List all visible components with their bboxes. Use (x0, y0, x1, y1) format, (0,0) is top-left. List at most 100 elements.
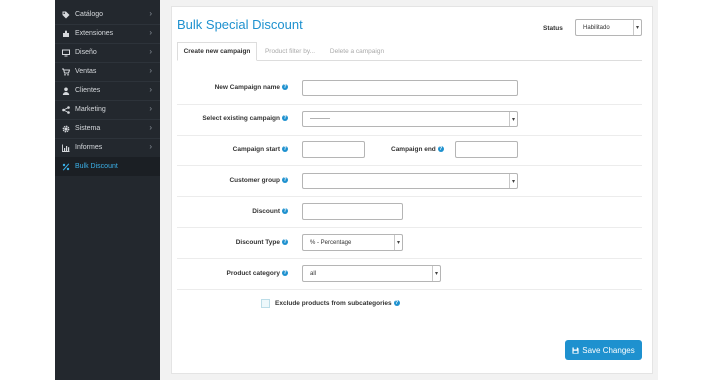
sidebar-item-label: Bulk Discount (75, 163, 118, 170)
label-text: Exclude products from subcategories (275, 300, 392, 307)
label-text: Select existing campaign (202, 115, 280, 122)
sidebar: Catálogo › Extensiones › Diseño › Ventas… (55, 0, 160, 380)
status-select[interactable]: Habilitado ▾ (575, 19, 642, 36)
tab-product-filter[interactable]: Product filter by... (259, 42, 321, 61)
chevron-down-icon: ▾ (394, 235, 402, 250)
divider (177, 227, 642, 228)
label-text: New Campaign name (214, 84, 280, 91)
label-text: Customer group (229, 177, 280, 184)
sidebar-item-informes[interactable]: Informes › (55, 138, 160, 157)
campaign-name-label: New Campaign name? (215, 84, 288, 91)
help-icon[interactable]: ? (282, 84, 288, 91)
sidebar-item-catalogo[interactable]: Catálogo › (55, 5, 160, 24)
campaign-end-label: Campaign end? (391, 146, 444, 153)
help-icon[interactable]: ? (282, 146, 288, 153)
sidebar-item-label: Clientes (75, 87, 101, 94)
sidebar-item-clientes[interactable]: Clientes › (55, 81, 160, 100)
chevron-right-icon: › (149, 104, 152, 113)
sidebar-item-label: Diseño (75, 49, 97, 56)
chevron-down-icon: ▾ (633, 20, 641, 35)
select-value: % - Percentage (310, 239, 352, 246)
chevron-down-icon: ▾ (432, 266, 440, 281)
product-category-label: Product category? (227, 270, 288, 277)
chevron-right-icon: › (149, 9, 152, 18)
campaign-end-input[interactable] (455, 141, 518, 158)
status-select-value: Habilitado (583, 24, 610, 31)
customer-group-select[interactable]: ▾ (302, 173, 518, 189)
divider (177, 196, 642, 197)
sidebar-item-ventas[interactable]: Ventas › (55, 62, 160, 81)
divider (177, 289, 642, 290)
chevron-right-icon: › (149, 28, 152, 37)
label-text: Campaign end (391, 146, 436, 153)
percent-icon (61, 162, 70, 171)
existing-campaign-select[interactable]: ---------- ▾ (302, 111, 518, 127)
select-value: ---------- (310, 116, 330, 122)
help-icon[interactable]: ? (282, 208, 288, 215)
help-icon[interactable]: ? (393, 300, 400, 307)
customer-group-label: Customer group? (229, 177, 288, 184)
help-icon[interactable]: ? (282, 115, 288, 122)
campaign-start-input[interactable] (302, 141, 365, 158)
existing-campaign-label: Select existing campaign? (202, 115, 288, 122)
discount-input[interactable] (302, 203, 403, 220)
tab-create-campaign[interactable]: Create new campaign (177, 42, 257, 61)
label-text: Campaign start (232, 146, 280, 153)
sidebar-item-label: Extensiones (75, 30, 114, 37)
status-label: Status (543, 25, 563, 32)
chevron-right-icon: › (149, 85, 152, 94)
puzzle-icon (61, 29, 70, 38)
help-icon[interactable]: ? (282, 239, 288, 246)
chevron-right-icon: › (149, 66, 152, 75)
chevron-down-icon: ▾ (509, 174, 517, 188)
sidebar-item-extensiones[interactable]: Extensiones › (55, 24, 160, 43)
monitor-icon (61, 48, 70, 57)
tab-label: Delete a campaign (329, 48, 385, 55)
sidebar-item-sistema[interactable]: Sistema › (55, 119, 160, 138)
help-icon[interactable]: ? (282, 177, 288, 184)
chevron-right-icon: › (149, 142, 152, 151)
form-panel (171, 6, 653, 374)
divider (177, 165, 642, 166)
user-icon (61, 86, 70, 95)
help-icon[interactable]: ? (282, 270, 288, 277)
divider (177, 135, 642, 136)
page-title: Bulk Special Discount (177, 17, 303, 32)
discount-label: Discount? (252, 208, 288, 215)
tag-icon (61, 10, 70, 19)
sidebar-item-label: Sistema (75, 125, 101, 132)
label-text: Discount (252, 208, 280, 215)
sidebar-item-label: Informes (75, 144, 103, 151)
discount-type-select[interactable]: % - Percentage ▾ (302, 234, 403, 251)
discount-type-label: Discount Type? (236, 239, 288, 246)
label-text: Product category (226, 270, 280, 277)
divider (177, 258, 642, 259)
floppy-disk-icon (572, 346, 579, 354)
sidebar-item-label: Catálogo (75, 11, 104, 18)
gear-icon (61, 124, 70, 133)
cart-icon (61, 67, 70, 76)
chevron-right-icon: › (149, 47, 152, 56)
sidebar-item-label: Marketing (75, 106, 106, 113)
save-changes-button[interactable]: Save Changes (565, 340, 642, 360)
divider (177, 104, 642, 105)
sidebar-item-marketing[interactable]: Marketing › (55, 100, 160, 119)
sidebar-item-label: Ventas (75, 68, 97, 75)
campaign-name-input[interactable] (302, 80, 518, 96)
sidebar-item-diseno[interactable]: Diseño › (55, 43, 160, 62)
tab-delete-campaign[interactable]: Delete a campaign (322, 42, 392, 61)
product-category-select[interactable]: all ▾ (302, 265, 441, 282)
exclude-subcategories-checkbox[interactable] (261, 299, 270, 308)
save-button-label: Save Changes (582, 345, 635, 355)
help-icon[interactable]: ? (437, 146, 444, 153)
select-value: all (310, 270, 317, 277)
tab-label: Create new campaign (183, 48, 251, 55)
share-icon (61, 105, 70, 114)
label-text: Discount Type (235, 239, 280, 246)
campaign-start-label: Campaign start? (233, 146, 288, 153)
tab-label: Product filter by... (264, 48, 316, 55)
bar-chart-icon (61, 143, 70, 152)
sidebar-item-bulk-discount[interactable]: Bulk Discount (55, 157, 160, 176)
chevron-right-icon: › (149, 123, 152, 132)
chevron-down-icon: ▾ (509, 112, 517, 126)
